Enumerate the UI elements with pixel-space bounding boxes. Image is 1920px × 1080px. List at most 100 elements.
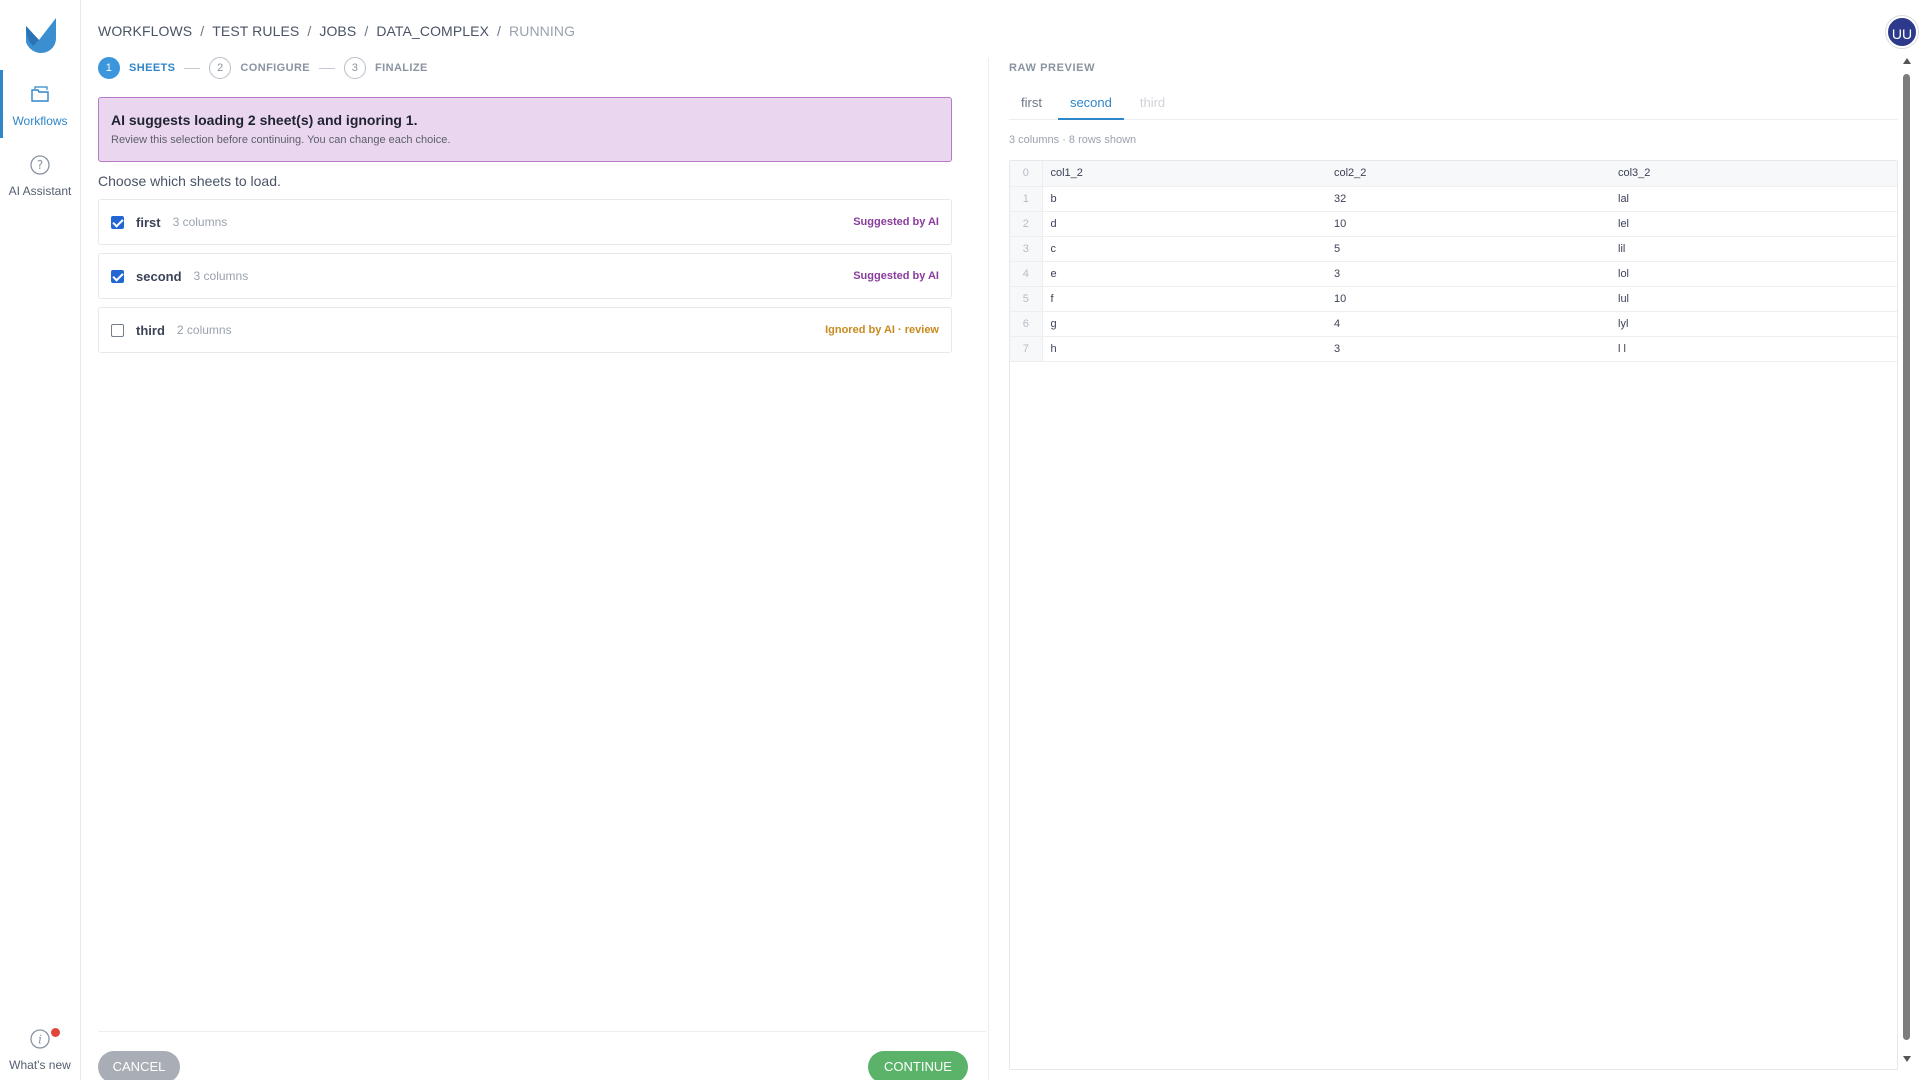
breadcrumb-data-complex[interactable]: DATA_COMPLEX — [376, 23, 489, 39]
row-index: 5 — [1010, 286, 1043, 312]
table-cell: 4 — [1326, 311, 1610, 337]
table-cell: 3 — [1326, 261, 1610, 287]
sheet-checkbox[interactable] — [111, 269, 124, 283]
step-finalize: 3 FINALIZE — [344, 57, 428, 79]
table-cell: f — [1042, 286, 1326, 312]
sidebar-item-workflows[interactable]: Workflows — [0, 70, 80, 138]
step-configure: 2 CONFIGURE — [209, 57, 310, 79]
question-circle-icon: ? — [30, 155, 50, 175]
sheet-name: third — [136, 322, 165, 338]
step-number: 3 — [344, 57, 367, 79]
breadcrumb-running: RUNNING — [509, 23, 576, 39]
avatar[interactable]: UU — [1886, 16, 1918, 48]
ai-suggestion-banner: AI suggests loading 2 sheet(s) and ignor… — [98, 97, 952, 162]
table-row: 2 d 10 lel — [1010, 211, 1897, 237]
table-cell: l l — [1610, 336, 1897, 362]
ai-tag: Ignored by AI · review — [825, 324, 939, 336]
table-cell: 32 — [1326, 186, 1610, 212]
row-index: 4 — [1010, 261, 1043, 287]
info-circle-icon: i — [30, 1029, 50, 1049]
row-index: 1 — [1010, 186, 1043, 212]
sheet-column-count: 3 columns — [172, 215, 228, 229]
table-row: 3 c 5 lil — [1010, 236, 1897, 262]
app-logo-icon[interactable] — [23, 16, 59, 54]
scrollbar-thumb[interactable] — [1903, 74, 1910, 1040]
table-cell: g — [1042, 311, 1326, 337]
sheet-checkbox[interactable] — [111, 323, 124, 337]
step-label: SHEETS — [129, 62, 176, 74]
table-cell: c — [1042, 236, 1326, 262]
ai-tag: Suggested by AI — [853, 270, 939, 282]
sheet-row-second[interactable]: second 3 columns Suggested by AI — [98, 253, 952, 299]
sheet-row-third[interactable]: third 2 columns Ignored by AI · review — [98, 307, 952, 353]
ai-tag: Suggested by AI — [853, 216, 939, 228]
sheet-checkbox[interactable] — [111, 215, 124, 229]
row-index: 3 — [1010, 236, 1043, 262]
step-number: 1 — [98, 57, 120, 79]
step-sheets: 1 SHEETS — [98, 57, 175, 79]
svg-text:?: ? — [37, 158, 43, 172]
preview-table-container: 0 col1_2 col2_2 col3_2 1 b 32 lal 2 d 10… — [1009, 160, 1898, 1070]
continue-button[interactable]: CONTINUE — [868, 1051, 968, 1080]
table-row: 4 e 3 lol — [1010, 261, 1897, 287]
sidebar-item-whats-new[interactable]: i What's new — [0, 1020, 80, 1076]
sheet-row-first[interactable]: first 3 columns Suggested by AI — [98, 199, 952, 245]
sheet-column-count: 3 columns — [193, 269, 249, 283]
sidebar-item-label: Workflows — [12, 114, 68, 128]
table-cell: lol — [1610, 261, 1897, 287]
scroll-down-arrow-icon[interactable] — [1903, 1056, 1911, 1062]
stepper: 1 SHEETS 2 CONFIGURE 3 FINALIZE — [98, 57, 428, 79]
breadcrumb-jobs[interactable]: JOBS — [319, 23, 356, 39]
breadcrumb-workflows[interactable]: WORKFLOWS — [98, 23, 192, 39]
notification-dot — [51, 1028, 60, 1037]
step-label: FINALIZE — [375, 62, 428, 74]
tab-second[interactable]: second — [1057, 88, 1124, 120]
preview-tabs: first second third — [1009, 88, 1898, 120]
folder-icon — [31, 86, 49, 102]
sheet-column-count: 2 columns — [176, 323, 232, 337]
row-index: 7 — [1010, 336, 1043, 362]
table-cell: b — [1042, 186, 1326, 212]
sidebar: Workflows ? AI Assistant i What's new — [0, 0, 81, 1080]
column-header: col2_2 — [1326, 161, 1610, 187]
table-cell: d — [1042, 211, 1326, 237]
column-header: col3_2 — [1610, 161, 1897, 187]
step-connector — [319, 67, 336, 69]
tab-third: third — [1139, 95, 1166, 110]
sidebar-item-label: AI Assistant — [8, 184, 72, 198]
table-row: 6 g 4 lyl — [1010, 311, 1897, 337]
cancel-button[interactable]: CANCEL — [98, 1051, 180, 1080]
sidebar-item-ai-assistant[interactable]: ? AI Assistant — [0, 140, 80, 208]
table-cell: e — [1042, 261, 1326, 287]
breadcrumb-test-rules[interactable]: TEST RULES — [212, 23, 299, 39]
step-connector — [184, 67, 201, 69]
step-label: CONFIGURE — [240, 62, 311, 74]
table-cell: lal — [1610, 186, 1897, 212]
table-cell: lil — [1610, 236, 1897, 262]
breadcrumb: WORKFLOWS / TEST RULES / JOBS / DATA_COMPLEX / R… — [98, 23, 576, 39]
footer-divider — [98, 1031, 986, 1032]
row-index: 2 — [1010, 211, 1043, 237]
tab-first[interactable]: first — [1009, 88, 1054, 120]
row-index: 6 — [1010, 311, 1043, 337]
table-cell: 10 — [1326, 286, 1610, 312]
table-row: 5 f 10 lul — [1010, 286, 1897, 312]
preview-table: 0 col1_2 col2_2 col3_2 1 b 32 lal 2 d 10… — [1010, 161, 1897, 362]
row-index: 0 — [1010, 161, 1043, 187]
column-header: col1_2 — [1042, 161, 1326, 187]
table-cell: 3 — [1326, 336, 1610, 362]
raw-preview-title: RAW PREVIEW — [1009, 62, 1096, 74]
scroll-up-arrow-icon[interactable] — [1903, 58, 1911, 64]
table-cell: h — [1042, 336, 1326, 362]
sidebar-item-label: What's new — [9, 1058, 71, 1072]
preview-meta: 3 columns · 8 rows shown — [1009, 134, 1137, 146]
sheet-name: second — [136, 268, 182, 284]
table-cell: lel — [1610, 211, 1897, 237]
table-cell: 10 — [1326, 211, 1610, 237]
banner-subtitle: Review this selection before continuing.… — [111, 134, 451, 146]
step-number: 2 — [209, 57, 232, 79]
table-row: 1 b 32 lal — [1010, 186, 1897, 212]
table-row: 7 h 3 l l — [1010, 336, 1897, 362]
table-cell: 5 — [1326, 236, 1610, 262]
banner-title: AI suggests loading 2 sheet(s) and ignor… — [111, 112, 418, 128]
